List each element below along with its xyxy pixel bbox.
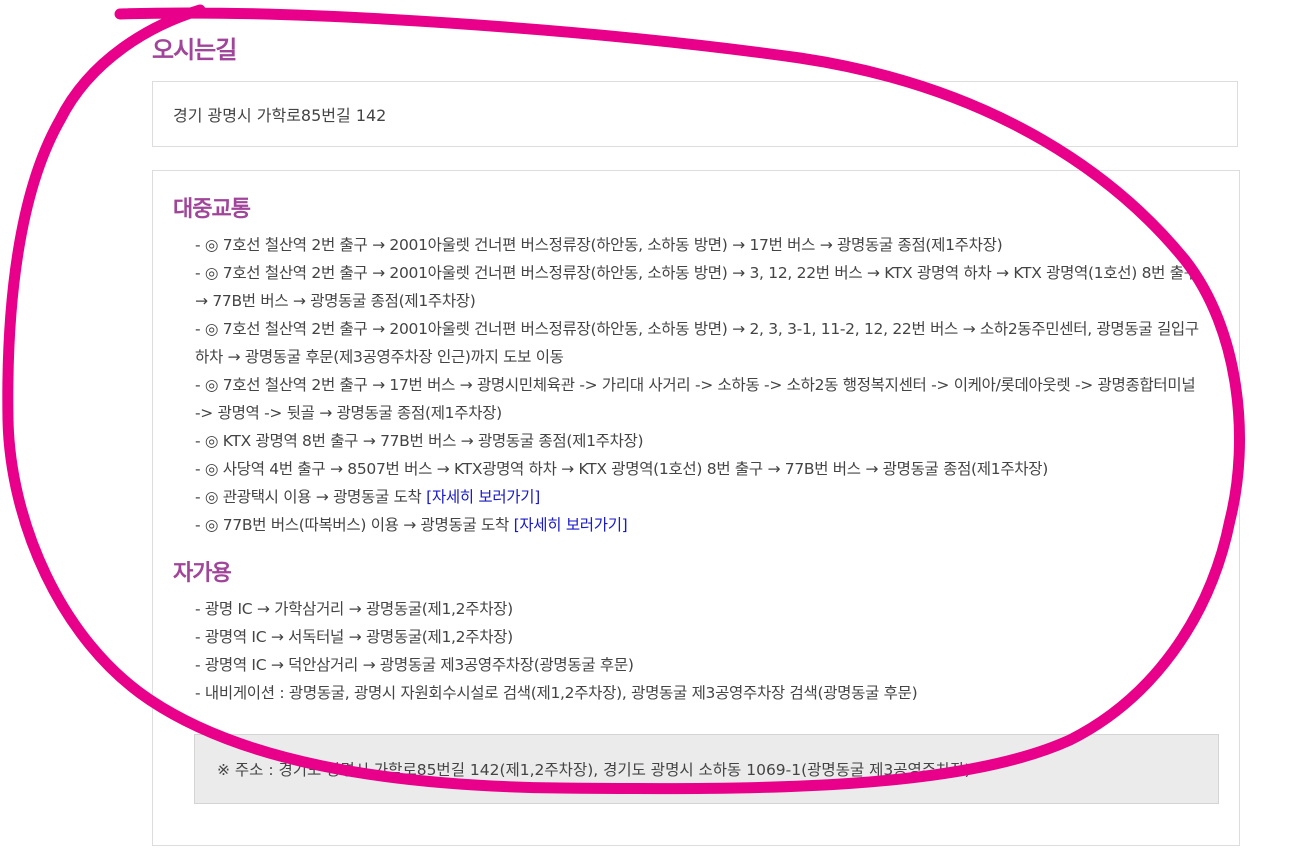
public-transport-route: - ◎ 사당역 4번 출구 → 8507번 버스 → KTX광명역 하차 → K… — [195, 455, 1199, 483]
private-car-route: - 광명역 IC → 덕안삼거리 → 광명동굴 제3공영주차장(광명동굴 후문) — [195, 656, 634, 674]
public-transport-route: - ◎ 관광택시 이용 → 광명동굴 도착 [자세히 보러가기] — [195, 483, 1199, 511]
route-text: - ◎ 7호선 철산역 2번 출구 → 2001아울렛 건너편 버스정류장(하안… — [195, 320, 1199, 366]
address-notice-text: ※ 주소 : 경기도 광명시 가학로85번길 142(제1,2주차장), 경기도… — [217, 761, 971, 779]
private-car-list: - 광명 IC → 가학삼거리 → 광명동굴(제1,2주차장) - 광명역 IC … — [173, 595, 1219, 707]
directions-panel: 대중교통 - ◎ 7호선 철산역 2번 출구 → 2001아울렛 건너편 버스정… — [152, 170, 1240, 846]
public-transport-route: - ◎ KTX 광명역 8번 출구 → 77B번 버스 → 광명동굴 종점(제1… — [195, 427, 1199, 455]
public-transport-route: - ◎ 7호선 철산역 2번 출구 → 2001아울렛 건너편 버스정류장(하안… — [195, 259, 1199, 315]
public-transport-route: - ◎ 7호선 철산역 2번 출구 → 2001아울렛 건너편 버스정류장(하안… — [195, 231, 1199, 259]
private-car-heading: 자가용 — [173, 561, 232, 586]
page-title: 오시는길 — [152, 36, 237, 64]
private-car-route: - 내비게이션 : 광명동굴, 광명시 자원회수시설로 검색(제1,2주차장),… — [195, 684, 918, 702]
public-transport-route: - ◎ 77B번 버스(따복버스) 이용 → 광명동굴 도착 [자세히 보러가기… — [195, 511, 1199, 539]
address-notice: ※ 주소 : 경기도 광명시 가학로85번길 142(제1,2주차장), 경기도… — [194, 734, 1219, 804]
route-text: - ◎ 7호선 철산역 2번 출구 → 17번 버스 → 광명시민체육관 -> … — [195, 376, 1196, 422]
route-text: - ◎ 관광택시 이용 → 광명동굴 도착 — [195, 488, 427, 506]
route-text: - ◎ 77B번 버스(따복버스) 이용 → 광명동굴 도착 — [195, 516, 514, 534]
public-transport-heading: 대중교통 — [173, 197, 251, 222]
address-box: 경기 광명시 가학로85번길 142 — [152, 81, 1238, 147]
address-text: 경기 광명시 가학로85번길 142 — [173, 106, 387, 125]
route-text: - ◎ 사당역 4번 출구 → 8507번 버스 → KTX광명역 하차 → K… — [195, 460, 1048, 478]
route-text: - ◎ 7호선 철산역 2번 출구 → 2001아울렛 건너편 버스정류장(하안… — [195, 236, 1003, 254]
details-link[interactable]: [자세히 보러가기] — [514, 516, 628, 534]
route-text: - ◎ 7호선 철산역 2번 출구 → 2001아울렛 건너편 버스정류장(하안… — [195, 264, 1198, 310]
private-car-route: - 광명역 IC → 서독터널 → 광명동굴(제1,2주차장) — [195, 628, 513, 646]
route-text: - ◎ KTX 광명역 8번 출구 → 77B번 버스 → 광명동굴 종점(제1… — [195, 432, 644, 450]
public-transport-route: - ◎ 7호선 철산역 2번 출구 → 2001아울렛 건너편 버스정류장(하안… — [195, 315, 1199, 371]
public-transport-list: - ◎ 7호선 철산역 2번 출구 → 2001아울렛 건너편 버스정류장(하안… — [173, 231, 1219, 539]
details-link[interactable]: [자세히 보러가기] — [426, 488, 540, 506]
public-transport-route: - ◎ 7호선 철산역 2번 출구 → 17번 버스 → 광명시민체육관 -> … — [195, 371, 1199, 427]
private-car-route: - 광명 IC → 가학삼거리 → 광명동굴(제1,2주차장) — [195, 600, 513, 618]
